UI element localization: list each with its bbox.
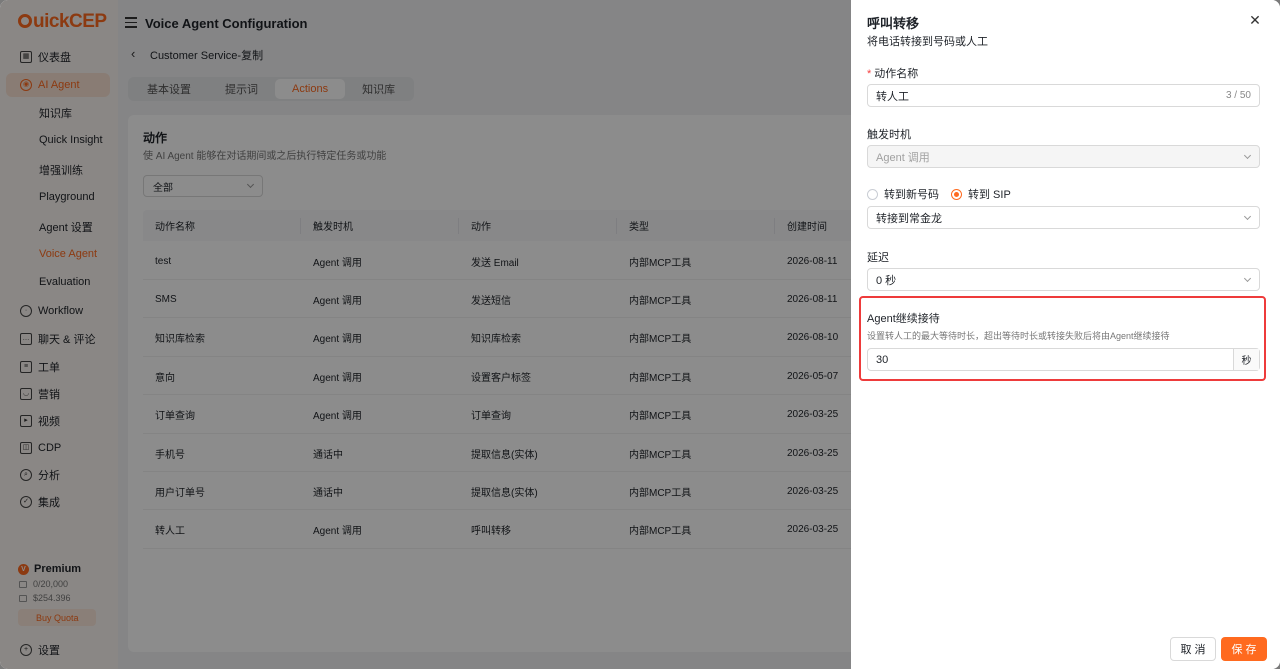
radio-new-number[interactable] [867,188,878,200]
drawer-title: 呼叫转移 [867,16,920,31]
action-name-input[interactable]: 转人工 3 / 50 [867,84,1260,107]
transfer-type-radio-group: 转到新号码 转到 SIP [867,186,1023,202]
action-name-label: * 动作名称 [867,65,918,81]
delay-select[interactable]: 0 秒 [867,268,1260,291]
close-icon[interactable]: ✕ [1247,12,1263,28]
radio-label[interactable]: 转到新号码 [884,186,939,202]
radio-label[interactable]: 转到 SIP [968,186,1011,202]
save-button[interactable]: 保 存 [1221,637,1267,661]
wait-time-unit: 秒 [1233,349,1259,370]
wait-time-input[interactable]: 30 秒 [867,348,1260,371]
wait-time-value[interactable]: 30 [868,349,1233,370]
sip-target-select[interactable]: 转接到常金龙 [867,206,1260,229]
select-value: 转接到常金龙 [876,212,942,225]
agent-continue-label: Agent继续接待 [867,313,940,325]
radio-sip[interactable] [951,188,962,200]
required-mark: * [867,68,872,80]
label-text: 动作名称 [874,68,919,80]
delay-label: 延迟 [867,252,889,264]
trigger-select: Agent 调用 [867,145,1260,168]
drawer-subtitle: 将电话转接到号码或人工 [867,36,988,48]
select-value: Agent 调用 [876,151,930,164]
chevron-down-icon [1243,274,1252,283]
call-transfer-drawer: 呼叫转移 将电话转接到号码或人工 ✕ * 动作名称 转人工 3 / 50 触发时机 … [851,0,1280,669]
input-value: 转人工 [876,90,909,103]
select-value: 0 秒 [876,274,897,287]
chevron-down-icon [1243,151,1252,160]
trigger-label: 触发时机 [867,129,911,141]
cancel-button[interactable]: 取 消 [1170,637,1216,661]
char-counter: 3 / 50 [1225,90,1251,101]
modal-overlay[interactable] [0,0,851,669]
chevron-down-icon [1243,212,1252,221]
agent-continue-description: 设置转人工的最大等待时长，超出等待时长或转接失败后将由Agent继续接待 [867,331,1170,341]
